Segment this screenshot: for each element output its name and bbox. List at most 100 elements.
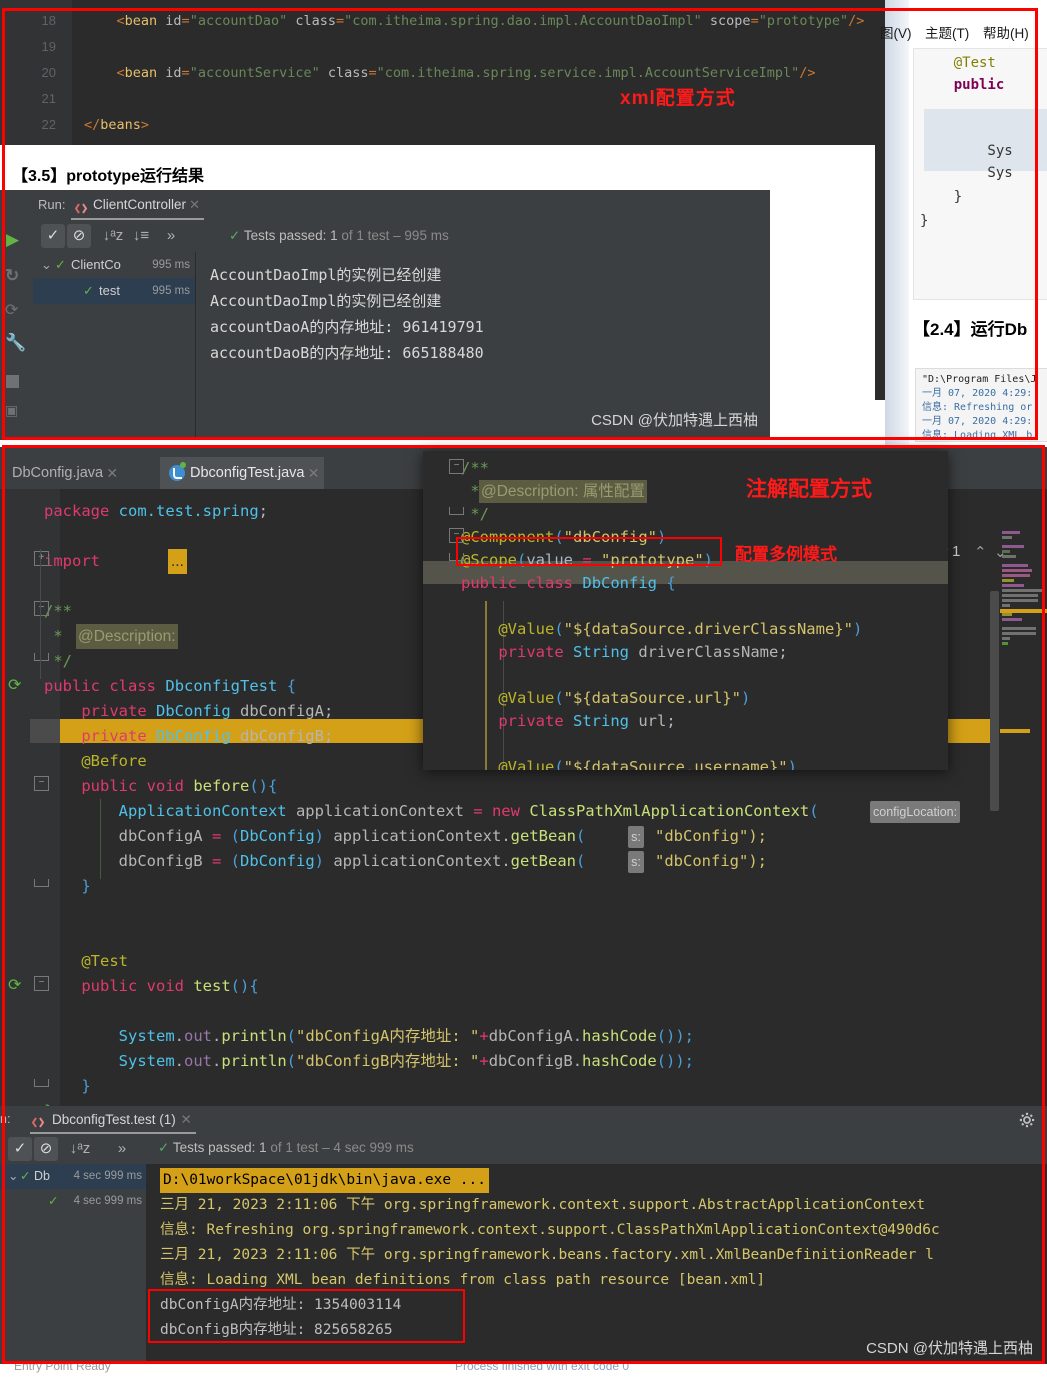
show-passed-button[interactable]: ✓ bbox=[8, 1137, 32, 1161]
fold-import-icon[interactable]: + bbox=[34, 551, 49, 566]
popup-fold-comment-icon[interactable]: − bbox=[449, 459, 464, 474]
chevron-down-icon[interactable]: ⌄ bbox=[994, 543, 1007, 561]
console-output-line: D:\01workSpace\01jdk\bin\java.exe ... bbox=[160, 1168, 490, 1193]
console-output-line: 三月 21, 2023 2:11:06 下午 org.springframewo… bbox=[160, 1247, 934, 1263]
test-name: test bbox=[99, 283, 120, 298]
watermark-console: CSDN @伏加特遇上西柚 bbox=[866, 1340, 1033, 1357]
editor-gutter[interactable] bbox=[0, 489, 30, 1149]
indent-guide-1 bbox=[40, 549, 41, 679]
chevron-icon[interactable]: ⌄ bbox=[8, 1164, 18, 1189]
popup-code-line: */ bbox=[461, 505, 489, 523]
console-toolbar[interactable]: ✓ ⊘ ↓ᵃz » ✓ Tests passed: 1 of 1 test – … bbox=[0, 1134, 1047, 1165]
test-tree-row[interactable]: ✓ test 995 ms bbox=[33, 278, 195, 304]
xml-line-number: 19 bbox=[41, 39, 56, 54]
screenshot-icon[interactable]: ▣ bbox=[5, 402, 18, 419]
editor-right-rail[interactable] bbox=[990, 531, 1047, 1191]
console-output-line: AccountDaoImpl的实例已经创建 bbox=[210, 266, 442, 284]
xml-line-number: 18 bbox=[41, 13, 56, 28]
menu-item[interactable]: 帮助(H) bbox=[983, 22, 1029, 42]
editor-scrollbar[interactable] bbox=[990, 591, 999, 811]
menu-item[interactable]: 主题(T) bbox=[925, 22, 969, 42]
sort-by-duration-button[interactable]: ↓≡ bbox=[129, 224, 153, 248]
minimap-line bbox=[1002, 604, 1010, 607]
popup-code-line: private String driverClassName; bbox=[498, 643, 788, 661]
run-test-tree[interactable]: ⌄ ✓ ClientCo 995 ms ✓ test 995 ms bbox=[33, 252, 196, 440]
fold-test-icon[interactable]: − bbox=[34, 976, 49, 991]
minimap-highlight-band bbox=[1000, 609, 1047, 613]
show-passed-button[interactable]: ✓ bbox=[41, 224, 65, 248]
status-grey: of 1 test – 4 sec 999 ms bbox=[266, 1140, 414, 1155]
editor-code-line: System.out.println("dbConfigB内存地址: "+dbC… bbox=[118, 1052, 695, 1070]
pass-check-icon: ✓ bbox=[48, 1194, 59, 1208]
annotation-annotation-config: 注解配置方式 bbox=[746, 478, 872, 501]
test-duration: 4 sec 999 ms bbox=[73, 1170, 142, 1182]
minimap-line bbox=[1002, 536, 1012, 539]
popup-code-line: /** bbox=[461, 459, 489, 477]
minimap-line bbox=[1002, 627, 1036, 630]
run-tab-row[interactable]: Run: ClientController ✕ bbox=[33, 190, 770, 220]
run-panel-prototype[interactable]: ▶ ↻ ⟳ 🔧 ▣ Run: ClientController ✕ ✓ ⊘ ↓ᵃ… bbox=[0, 190, 770, 440]
browser-menubar[interactable]: 图(V) 主题(T) 帮助(H) bbox=[875, 22, 1047, 44]
tab-label: DbConfig.java bbox=[12, 465, 104, 481]
more-options-button[interactable]: » bbox=[159, 224, 183, 248]
close-icon[interactable]: ✕ bbox=[189, 192, 200, 218]
show-ignored-button[interactable]: ⊘ bbox=[34, 1137, 58, 1161]
run-toolbar[interactable]: ✓ ⊘ ↓ᵃz ↓≡ » ✓ Tests passed: 1 of 1 test… bbox=[33, 220, 770, 253]
editor-code-line: @Test bbox=[81, 952, 128, 970]
xml-config-editor[interactable]: 18 <bean id="accountDao" class="com.ithe… bbox=[0, 0, 875, 145]
doc-code-line: } bbox=[920, 189, 963, 205]
editor-code-line: @Before bbox=[81, 752, 147, 770]
xml-line-number: 22 bbox=[41, 117, 56, 132]
close-icon[interactable]: ✕ bbox=[106, 457, 118, 489]
test-tree-row[interactable]: ⌄ ✓ ClientCo 995 ms bbox=[33, 252, 195, 278]
doc-code-selection bbox=[924, 109, 1047, 171]
rerun-failed-icon[interactable]: ↻ bbox=[5, 266, 19, 286]
minimap-line bbox=[1002, 599, 1038, 602]
console-tab-dbconfigtest[interactable]: DbconfigTest.test (1) ✕ bbox=[30, 1108, 196, 1134]
annotation-xml-config: xml配置方式 bbox=[620, 88, 736, 109]
run-method-gutter-icon[interactable]: ⟳ bbox=[8, 975, 26, 994]
minimap-line bbox=[1002, 589, 1042, 592]
run-icon[interactable]: ▶ bbox=[6, 230, 19, 250]
sort-alphabetically-button[interactable]: ↓ᵃz bbox=[101, 224, 125, 248]
console-tree-row[interactable]: ✓ 4 sec 999 ms bbox=[0, 1189, 146, 1214]
fold-comment-icon[interactable]: − bbox=[34, 601, 49, 616]
settings-wrench-icon[interactable]: 🔧 bbox=[5, 333, 26, 353]
editor-code-line: dbConfigB = (DbConfig) applicationContex… bbox=[44, 852, 586, 870]
fold-before-icon[interactable]: − bbox=[34, 776, 49, 791]
gear-icon[interactable] bbox=[1019, 1112, 1035, 1128]
toggle-auto-test-icon[interactable]: ⟳ bbox=[5, 300, 18, 320]
run-panel-iconbar[interactable]: ▶ ↻ ⟳ 🔧 ▣ bbox=[0, 190, 33, 440]
menu-item[interactable]: 图(V) bbox=[880, 22, 912, 42]
chevron-icon[interactable]: ⌄ bbox=[41, 252, 52, 278]
pass-check-icon: ✓ bbox=[20, 1169, 31, 1183]
console-test-tree[interactable]: ⌄ ✓ Db 4 sec 999 ms ✓ 4 sec 999 ms bbox=[0, 1164, 147, 1364]
editor-tab-dbconfig-java[interactable]: DbConfig.java ✕ bbox=[0, 457, 123, 489]
close-icon[interactable]: ✕ bbox=[308, 457, 320, 489]
editor-code-line: dbConfigA = (DbConfig) applicationContex… bbox=[44, 827, 586, 845]
console-tab-row[interactable]: n: DbconfigTest.test (1) ✕ bbox=[0, 1106, 1047, 1134]
run-tab-clientcontroller[interactable]: ClientController ✕ bbox=[71, 192, 205, 220]
editor-tab-dbconfigtest-java[interactable]: DbconfigTest.java ✕ bbox=[160, 457, 325, 492]
annotation-box-console-result bbox=[148, 1289, 465, 1343]
console-tree-row[interactable]: ⌄ ✓ Db 4 sec 999 ms bbox=[0, 1164, 146, 1189]
popup-code-line: @Value("${dataSource.driverClassName}") bbox=[498, 620, 863, 638]
minimap-line bbox=[1002, 594, 1038, 597]
run-class-gutter-icon[interactable]: ⟳ bbox=[8, 675, 26, 694]
inspection-widget[interactable]: ✓ 1 ⌃ ⌄ bbox=[940, 541, 1020, 569]
sort-alphabetically-button[interactable]: ↓ᵃz bbox=[68, 1137, 92, 1161]
editor-code-line: ApplicationContext applicationContext = … bbox=[118, 802, 819, 820]
chevron-up-icon[interactable]: ⌃ bbox=[974, 543, 987, 561]
browser-doc-panel[interactable]: 图(V) 主题(T) 帮助(H) @Test public Sys Sys }} 【… bbox=[875, 0, 1047, 445]
test-duration: 4 sec 999 ms bbox=[73, 1195, 142, 1207]
stop-icon[interactable] bbox=[6, 375, 19, 388]
status-grey: of 1 test – 995 ms bbox=[337, 228, 449, 243]
close-icon[interactable]: ✕ bbox=[181, 1108, 192, 1132]
show-ignored-button[interactable]: ⊘ bbox=[67, 224, 91, 248]
doc-code-line: } bbox=[920, 213, 929, 229]
minimap-highlight-band-2 bbox=[1000, 729, 1030, 733]
import-collapsed-ellipsis[interactable]: ... bbox=[168, 549, 187, 574]
more-options-button[interactable]: » bbox=[110, 1137, 134, 1161]
xml-code-line: <bean id="accountDao" class="com.itheima… bbox=[84, 13, 865, 29]
modified-dot-icon bbox=[180, 462, 186, 468]
